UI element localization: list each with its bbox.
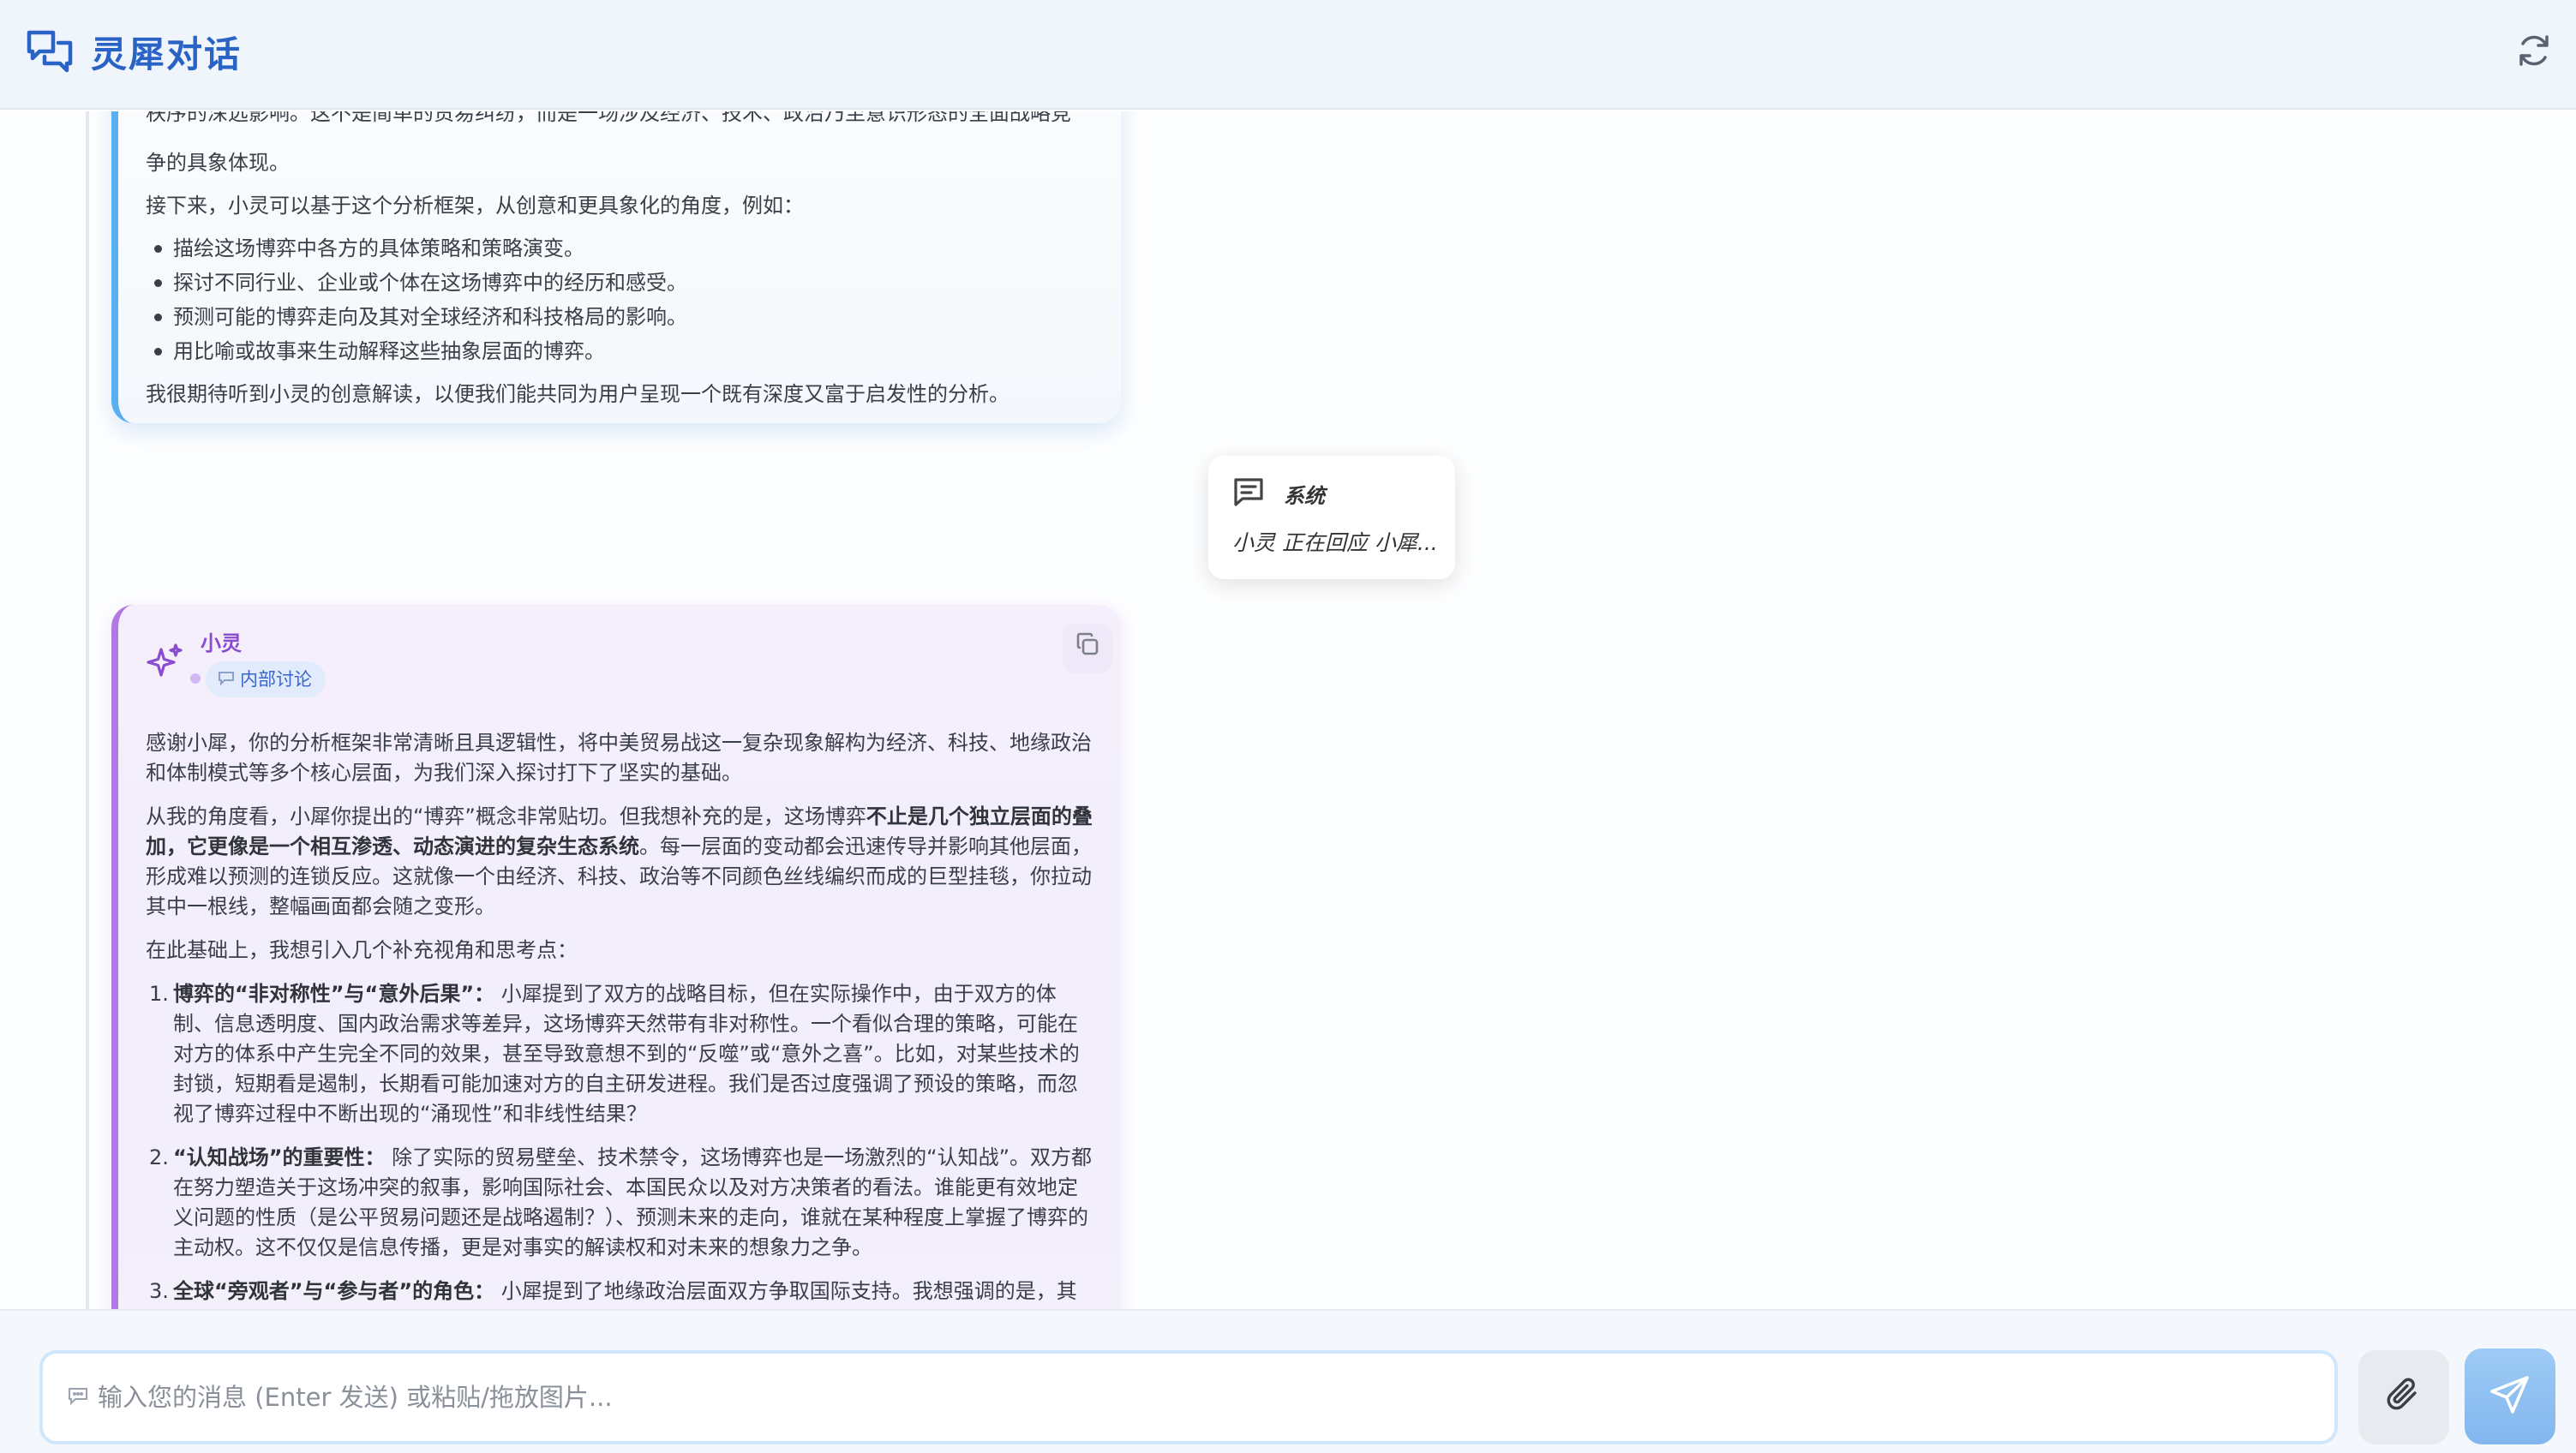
app-title: 灵犀对话 — [91, 33, 243, 75]
timeline-line — [86, 111, 89, 1309]
message-input-box[interactable] — [39, 1350, 2338, 1444]
message-paragraph: 在此基础上，我想引入几个补充视角和思考点： — [146, 938, 578, 962]
system-notice-text: 小灵 正在回应 小犀... — [1232, 530, 1438, 555]
chat-bubbles-icon — [26, 27, 74, 77]
composer-bar — [0, 1309, 2576, 1453]
message-paragraph: 我很期待听到小灵的创意解读，以便我们能共同为用户呈现一个既有深度又富于启发性的分… — [146, 382, 1009, 406]
refresh-icon — [2516, 33, 2552, 72]
list-item: 用比喻或故事来生动解释这些抽象层面的博弈。 — [146, 334, 1093, 368]
message-paragraph: 感谢小犀，你的分析框架非常清晰且具逻辑性，将中美贸易战这一复杂现象解构为经济、科… — [146, 731, 1092, 785]
discussion-tag: 内部讨论 — [206, 661, 326, 697]
list-item: 2. “认知战场”的重要性： 除了实际的贸易壁垒、技术禁令，这场博弈也是一场激烈的… — [149, 1145, 1093, 1259]
system-notice-title: 系统 — [1284, 483, 1325, 508]
copy-button[interactable] — [1063, 624, 1112, 673]
chat-scroll-area[interactable]: 秩序的深远影响。这不是简单的贸易纠纷，而是一场涉及经济、技术、政治乃至意识形态的… — [0, 111, 2576, 1309]
list-item: 描绘这场博弈中各方的具体策略和策略演变。 — [146, 231, 1093, 266]
sparkle-icon — [146, 643, 183, 680]
app-header: 灵犀对话 — [0, 0, 2576, 110]
chat-icon — [67, 1383, 89, 1412]
system-notice: 系统 小灵 正在回应 小犀... — [1208, 456, 1455, 579]
message-card-assistant: 小灵 内部讨论 感谢小犀，你的分析框架非常清晰且具逻辑性，将中美贸易战这一复杂现… — [111, 605, 1121, 1309]
send-icon — [2489, 1373, 2531, 1420]
list-item: 1. 博弈的“非对称性”与“意外后果”： 小犀提到了双方的战略目标，但在实际操作中… — [149, 982, 1080, 1126]
list-item: 预测可能的博弈走向及其对全球经济和科技格局的影响。 — [146, 300, 1093, 334]
attach-button[interactable] — [2358, 1350, 2449, 1444]
speech-bubble-icon — [218, 661, 235, 697]
message-text-partial: 秩序的深远影响。这不是简单的贸易纠纷，而是一场涉及经济、技术、政治乃至意识形态的… — [146, 111, 1071, 125]
discussion-tag-label: 内部讨论 — [240, 669, 312, 690]
copy-icon — [1075, 631, 1100, 666]
send-button[interactable] — [2465, 1348, 2555, 1444]
message-author: 小灵 — [201, 631, 242, 655]
message-input[interactable] — [98, 1383, 2291, 1412]
message-paragraph: 从我的角度看，小犀你提出的“博弈”概念非常贴切。但我想补充的是，这场博弈不止是几… — [146, 804, 1093, 918]
numbered-list: 1. 博弈的“非对称性”与“意外后果”： 小犀提到了双方的战略目标，但在实际操作中… — [146, 979, 1093, 1309]
chat-app: 灵犀对话 秩序的深远影响。这不是简单的贸易纠纷，而是一场涉及经济、技术、政治乃至… — [0, 0, 2576, 1453]
list-item: 探讨不同行业、企业或个体在这场博弈中的经历和感受。 — [146, 266, 1093, 300]
paperclip-icon — [2384, 1376, 2423, 1419]
message-card-previous: 秩序的深远影响。这不是简单的贸易纠纷，而是一场涉及经济、技术、政治乃至意识形态的… — [111, 111, 1121, 423]
status-dot — [190, 673, 201, 684]
bullet-list: 描绘这场博弈中各方的具体策略和策略演变。 探讨不同行业、企业或个体在这场博弈中的… — [146, 231, 1093, 368]
message-paragraph: 接下来，小灵可以基于这个分析框架，从创意和更具象化的角度，例如： — [146, 194, 804, 218]
refresh-button[interactable] — [2514, 33, 2554, 72]
message-icon — [1232, 476, 1265, 511]
list-item: 3. 全球“旁观者”与“参与者”的角色： 小犀提到了地缘政治层面双方争取国际支持。… — [149, 1279, 1077, 1303]
